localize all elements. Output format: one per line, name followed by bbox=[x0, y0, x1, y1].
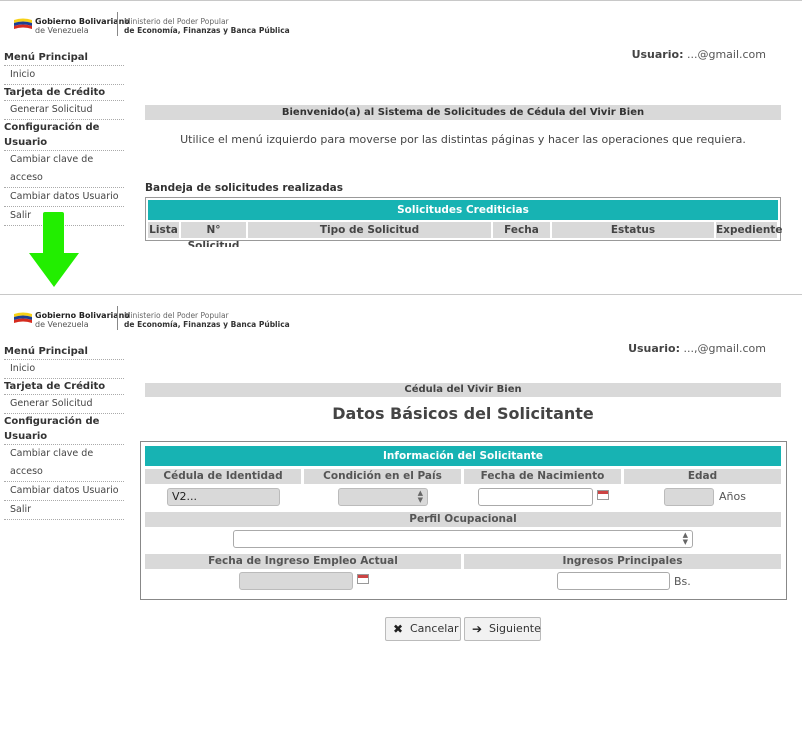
home-main: Bienvenido(a) al Sistema de Solicitudes … bbox=[145, 105, 781, 146]
ingresos-unit: Bs. bbox=[674, 575, 691, 588]
arrow-right-icon: ➔ bbox=[472, 622, 483, 636]
form-header: Cédula del Vivir Bien Datos Básicos del … bbox=[145, 383, 781, 423]
user-email: ...@gmail.com bbox=[686, 48, 766, 61]
gov-line1: Gobierno Bolivariano bbox=[35, 311, 130, 320]
next-button[interactable]: ➔ Siguiente bbox=[464, 617, 541, 641]
cancel-label: Cancelar bbox=[410, 622, 459, 635]
config-line2: Usuario bbox=[4, 431, 48, 442]
label-fecha-ingreso: Fecha de Ingreso Empleo Actual bbox=[145, 554, 461, 569]
box-title: Información del Solicitante bbox=[145, 446, 781, 466]
select-arrows-icon: ▲ ▼ bbox=[417, 489, 423, 504]
applicant-info-box: Información del Solicitante Cédula de Id… bbox=[140, 441, 787, 600]
user-info: Usuario: ...@gmail.com bbox=[632, 48, 766, 61]
label-condicion: Condición en el País bbox=[304, 469, 461, 484]
edad-input[interactable] bbox=[664, 488, 714, 506]
logo-divider bbox=[117, 12, 118, 36]
col-expediente: Expediente bbox=[716, 222, 783, 238]
calendar-icon[interactable] bbox=[597, 490, 609, 500]
ministry-line2: de Economía, Finanzas y Banca Pública bbox=[124, 26, 290, 35]
user-label: Usuario: bbox=[631, 48, 684, 61]
instructions-text: Utilice el menú izquierdo para moverse p… bbox=[180, 133, 746, 146]
venezuela-flag-icon bbox=[14, 312, 32, 323]
header-logo: Gobierno Bolivariano de Venezuela Minist… bbox=[14, 305, 290, 335]
table-header-row: Lista N° Solicitud Tipo de Solicitud Fec… bbox=[148, 222, 783, 247]
logo-divider bbox=[117, 306, 118, 330]
config-line2: Usuario bbox=[4, 137, 48, 148]
sidebar-item-cambiar-datos[interactable]: Cambiar datos Usuario bbox=[4, 188, 124, 207]
col-numero: N° Solicitud bbox=[181, 222, 246, 247]
sidebar-item-generar[interactable]: Generar Solicitud bbox=[4, 101, 124, 120]
label-ingresos: Ingresos Principales bbox=[464, 554, 781, 569]
config-line1: Configuración de bbox=[4, 122, 100, 133]
sidebar-heading-tarjeta: Tarjeta de Crédito bbox=[4, 85, 124, 101]
sidebar-heading-config: Configuración de Usuario bbox=[4, 414, 124, 445]
header-logo: Gobierno Bolivariano de Venezuela Minist… bbox=[14, 11, 290, 41]
ministry-name: Ministerio del Poder Popular de Economía… bbox=[124, 17, 290, 35]
label-perfil: Perfil Ocupacional bbox=[145, 512, 781, 527]
calendar-icon[interactable] bbox=[357, 574, 369, 584]
cedula-input[interactable]: V2... bbox=[167, 488, 280, 506]
venezuela-flag-icon bbox=[14, 18, 32, 29]
label-cedula: Cédula de Identidad bbox=[145, 469, 301, 484]
sidebar-item-salir[interactable]: Salir bbox=[4, 501, 124, 520]
gov-line1: Gobierno Bolivariano bbox=[35, 17, 130, 26]
ministry-line1: Ministerio del Poder Popular bbox=[124, 311, 229, 320]
ministry-name: Ministerio del Poder Popular de Economía… bbox=[124, 311, 290, 329]
select-arrows-icon: ▲ ▼ bbox=[682, 531, 688, 546]
sidebar-item-inicio[interactable]: Inicio bbox=[4, 360, 124, 379]
solicitudes-table: Solicitudes Crediticias Lista N° Solicit… bbox=[145, 197, 783, 247]
cancel-button[interactable]: ✖ Cancelar bbox=[385, 617, 461, 641]
gov-name: Gobierno Bolivariano de Venezuela bbox=[35, 17, 130, 35]
fecha-ingreso-input[interactable] bbox=[239, 572, 353, 590]
bandeja-title: Bandeja de solicitudes realizadas bbox=[145, 182, 343, 194]
config-line1: Configuración de bbox=[4, 416, 100, 427]
col-estatus: Estatus bbox=[552, 222, 714, 238]
close-icon: ✖ bbox=[393, 622, 404, 636]
col-lista: Lista bbox=[148, 222, 179, 238]
section-title: Cédula del Vivir Bien bbox=[145, 383, 781, 397]
ingresos-input[interactable] bbox=[557, 572, 670, 590]
user-info: Usuario: ...,@gmail.com bbox=[628, 342, 766, 355]
table-title: Solicitudes Crediticias bbox=[148, 200, 778, 220]
fecha-nacimiento-input[interactable] bbox=[478, 488, 593, 506]
perfil-select[interactable]: ▲ ▼ bbox=[233, 530, 693, 548]
welcome-bar: Bienvenido(a) al Sistema de Solicitudes … bbox=[145, 105, 781, 120]
page-title: Datos Básicos del Solicitante bbox=[332, 404, 594, 423]
sidebar-heading-menu: Menú Principal bbox=[4, 344, 124, 360]
ministry-line1: Ministerio del Poder Popular bbox=[124, 17, 229, 26]
ministry-line2: de Economía, Finanzas y Banca Pública bbox=[124, 320, 290, 329]
col-tipo: Tipo de Solicitud bbox=[248, 222, 491, 238]
sidebar-item-inicio[interactable]: Inicio bbox=[4, 66, 124, 85]
sidebar-heading-tarjeta: Tarjeta de Crédito bbox=[4, 379, 124, 395]
sidebar-item-cambiar-clave[interactable]: Cambiar clave de acceso bbox=[4, 445, 124, 482]
gov-line2: de Venezuela bbox=[35, 26, 89, 35]
sidebar: Menú Principal Inicio Tarjeta de Crédito… bbox=[4, 344, 124, 520]
bandeja-section: Bandeja de solicitudes realizadas Solici… bbox=[145, 182, 783, 247]
gov-line2: de Venezuela bbox=[35, 320, 89, 329]
edad-unit: Años bbox=[719, 490, 746, 503]
user-email: ...,@gmail.com bbox=[683, 342, 766, 355]
sidebar-heading-config: Configuración de Usuario bbox=[4, 120, 124, 151]
sidebar-item-cambiar-clave[interactable]: Cambiar clave de acceso bbox=[4, 151, 124, 188]
sidebar-heading-menu: Menú Principal bbox=[4, 50, 124, 66]
next-label: Siguiente bbox=[489, 622, 541, 635]
home-screen: Gobierno Bolivariano de Venezuela Minist… bbox=[0, 0, 802, 247]
sidebar: Menú Principal Inicio Tarjeta de Crédito… bbox=[4, 50, 124, 226]
down-arrow-icon bbox=[29, 212, 79, 287]
sidebar-item-generar[interactable]: Generar Solicitud bbox=[4, 395, 124, 414]
sidebar-item-cambiar-datos[interactable]: Cambiar datos Usuario bbox=[4, 482, 124, 501]
condicion-select[interactable]: ▲ ▼ bbox=[338, 488, 428, 506]
gov-name: Gobierno Bolivariano de Venezuela bbox=[35, 311, 130, 329]
col-fecha: Fecha bbox=[493, 222, 550, 238]
label-fecha-nacimiento: Fecha de Nacimiento bbox=[464, 469, 621, 484]
user-label: Usuario: bbox=[628, 342, 680, 355]
label-edad: Edad bbox=[624, 469, 781, 484]
